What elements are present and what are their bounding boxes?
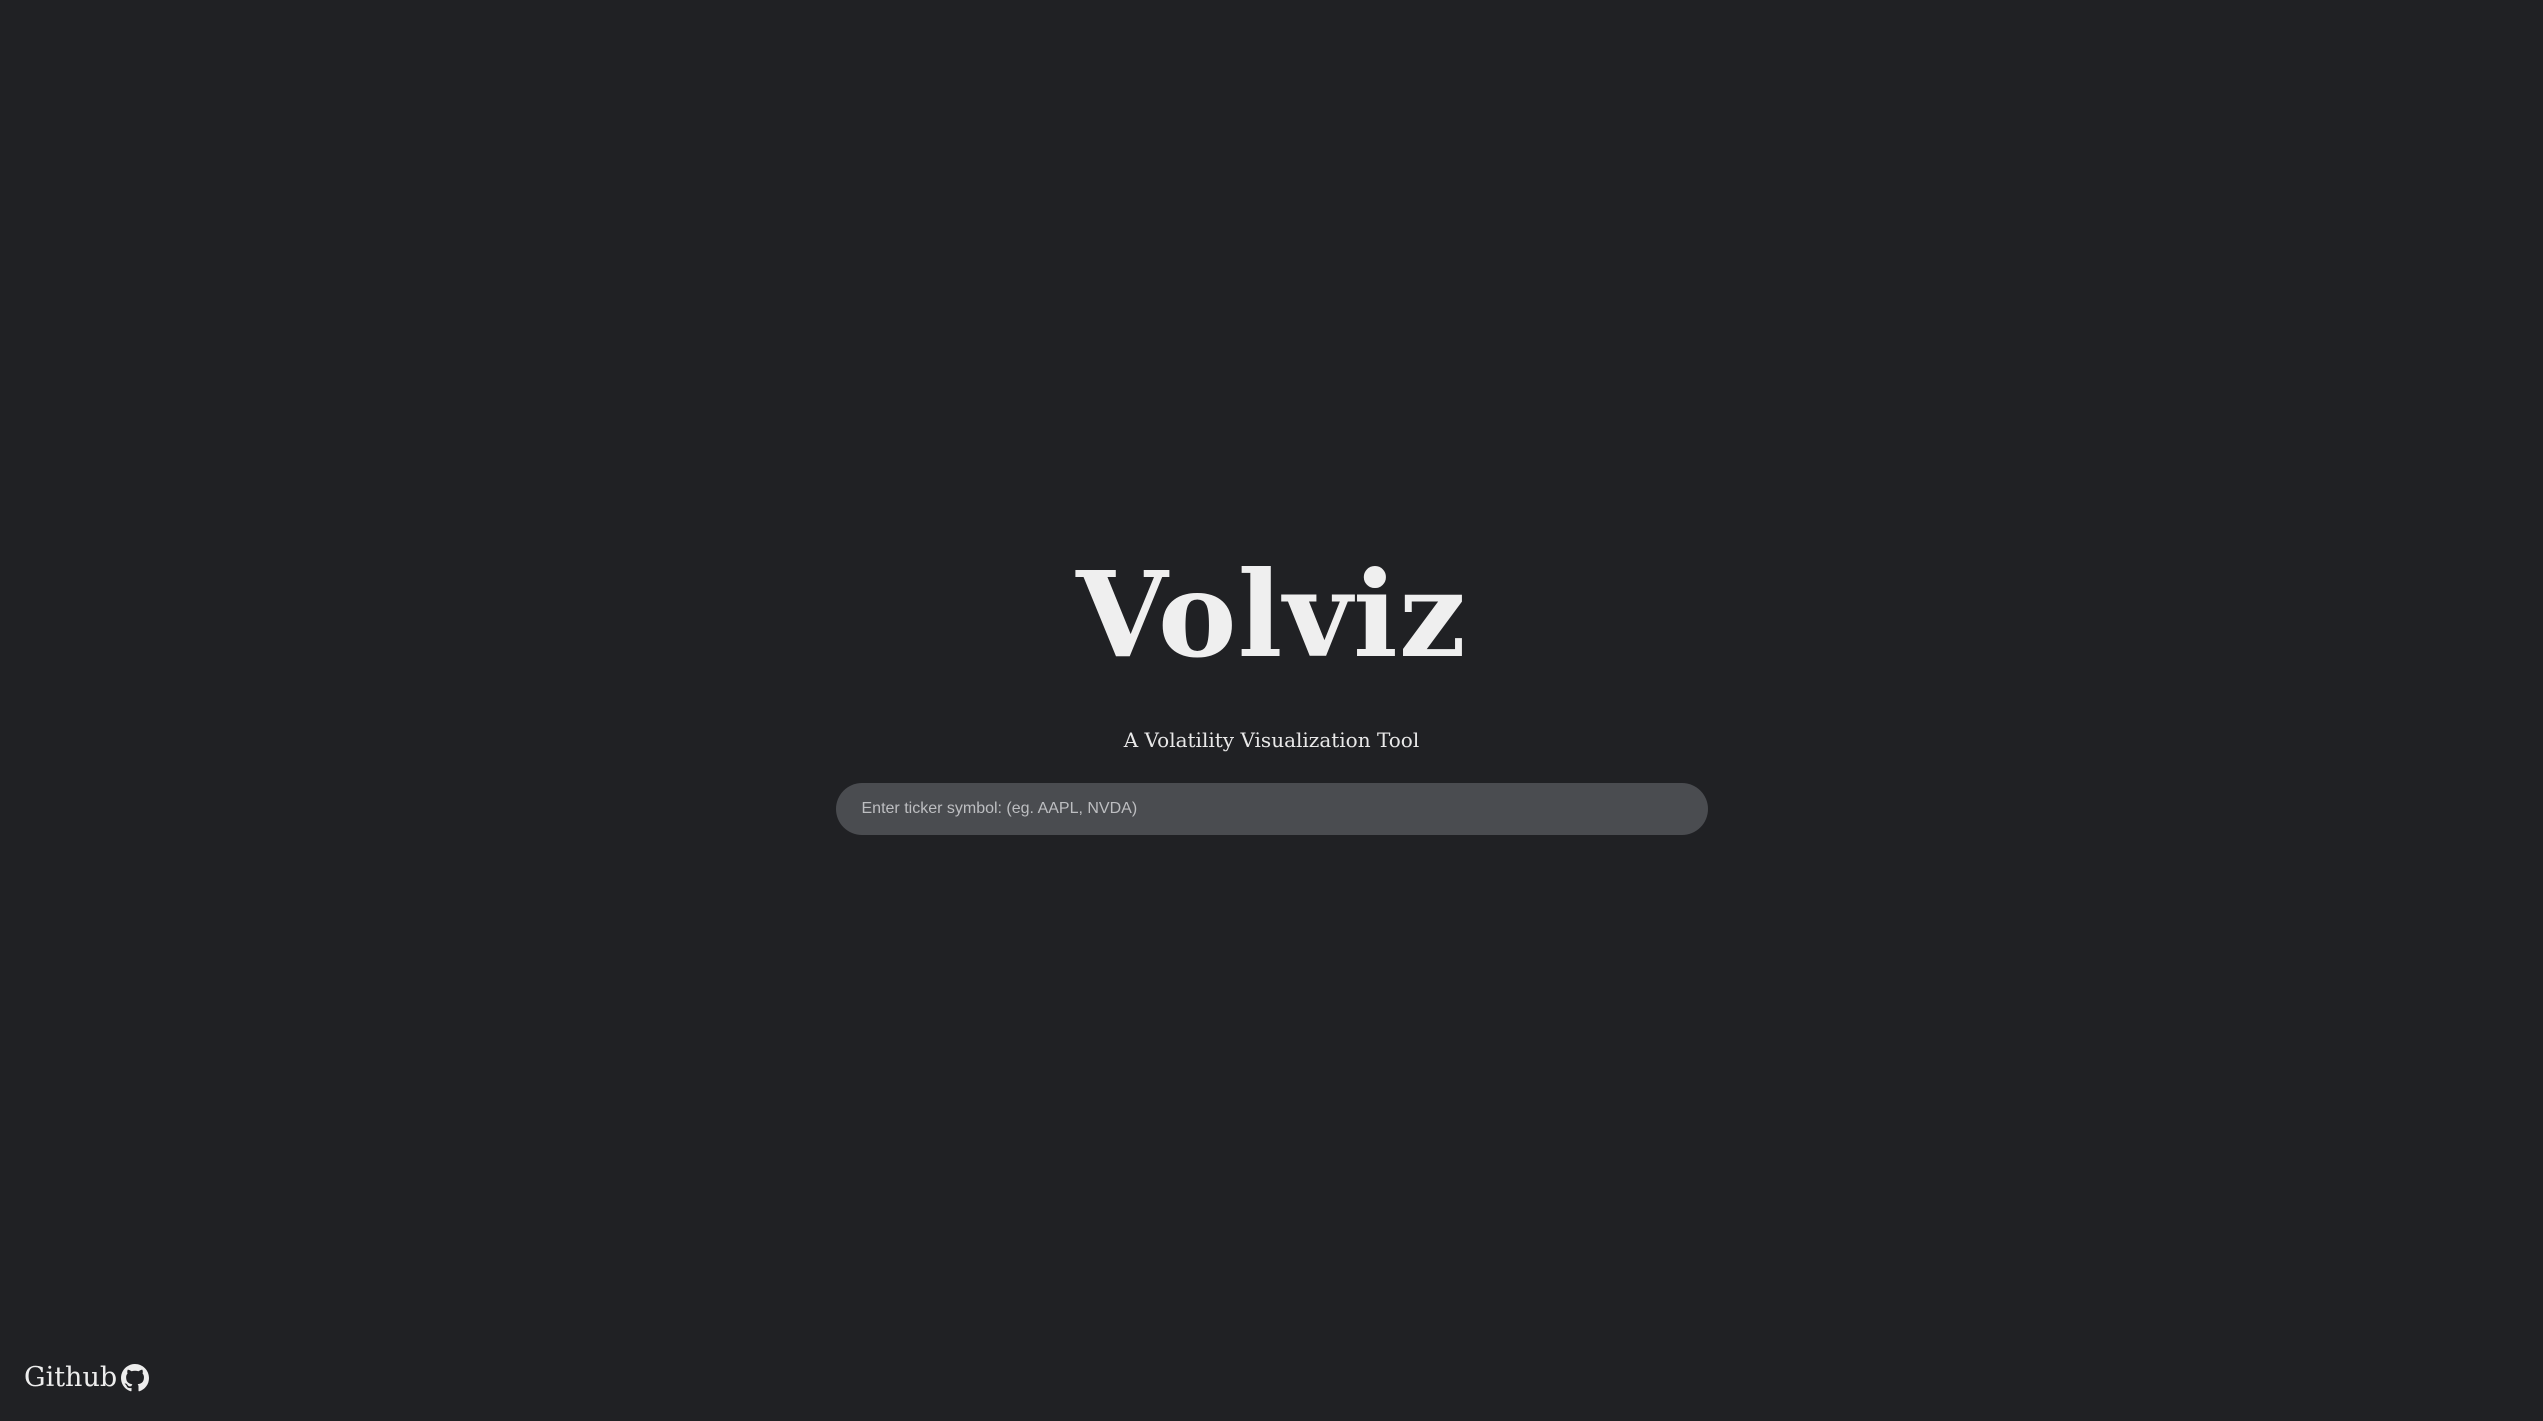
hero-section: Volviz A Volatility Visualization Tool xyxy=(0,545,2543,835)
app-subtitle: A Volatility Visualization Tool xyxy=(1123,728,1420,752)
page: Volviz A Volatility Visualization Tool G… xyxy=(0,0,2543,1421)
github-link-label: Github xyxy=(24,1362,118,1393)
github-link[interactable]: Github xyxy=(24,1362,150,1394)
app-title: Volviz xyxy=(1076,545,1467,684)
github-icon xyxy=(121,1364,150,1392)
ticker-search-input[interactable] xyxy=(835,783,1708,835)
